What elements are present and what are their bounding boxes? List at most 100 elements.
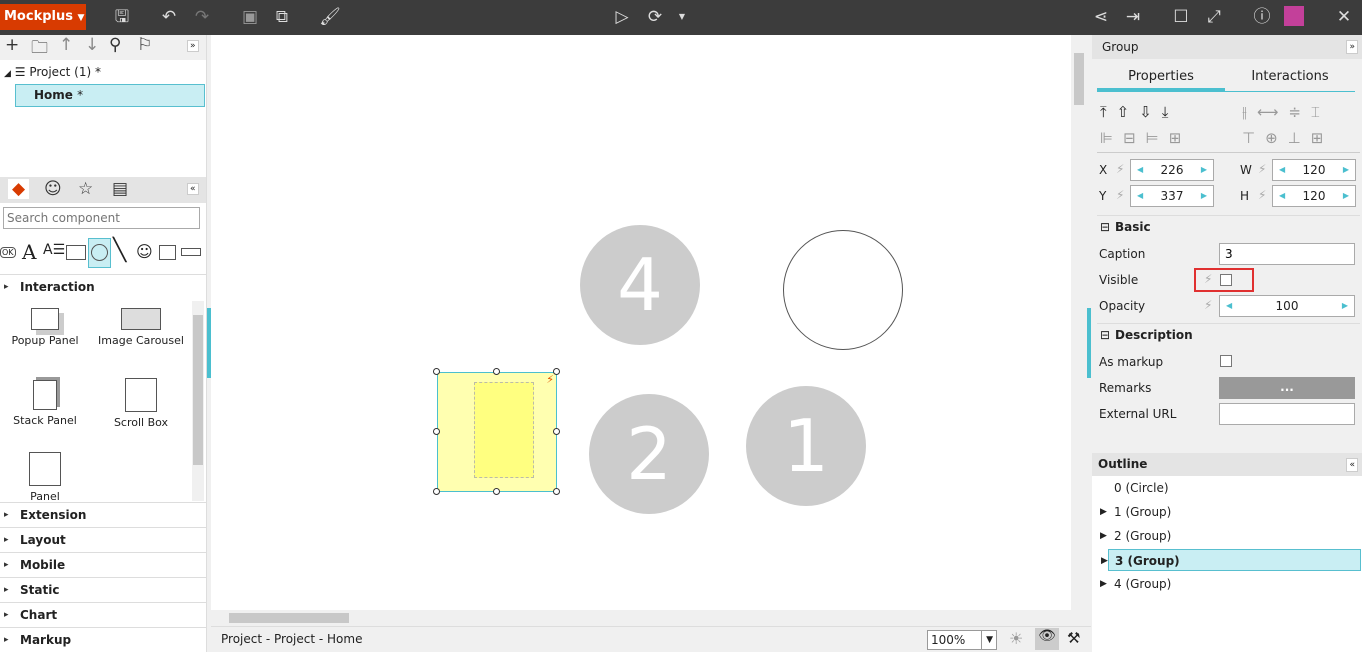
w-field[interactable]: ◀ 120 ▶ (1272, 159, 1356, 181)
arrange-icons[interactable]: ⤒⇧⇩⤓ (1100, 103, 1178, 121)
collapse-icon[interactable]: « (187, 183, 199, 195)
resize-handle[interactable] (433, 488, 440, 495)
share-icon[interactable]: ⋖ (1089, 6, 1113, 28)
button-shape-icon[interactable]: OK (0, 247, 16, 258)
zoom-select[interactable]: 100% ▼ (927, 630, 997, 650)
outline-item[interactable]: ▶ 2 (Group) (1100, 525, 1361, 547)
remarks-button[interactable]: ... (1219, 377, 1355, 399)
tab-interactions[interactable]: Interactions (1225, 69, 1355, 92)
section-chart[interactable]: Chart (0, 602, 206, 627)
selected-group-3[interactable]: ⚡ (437, 372, 557, 492)
resize-handle[interactable] (433, 428, 440, 435)
vertical-scrollbar[interactable] (1072, 35, 1086, 610)
search-component-input[interactable] (3, 207, 200, 229)
valign-icons[interactable]: ⊤⊕⊥⊞ (1242, 129, 1333, 147)
section-basic[interactable]: ⊟ Basic (1097, 215, 1360, 237)
brightness-icon[interactable]: ☀ (1009, 629, 1023, 648)
circle-group-1[interactable]: 1 (746, 386, 866, 506)
external-url-input[interactable] (1219, 403, 1355, 425)
component-scroll-box[interactable]: Scroll Box (96, 378, 186, 429)
template-tab-icon[interactable]: ▤ (112, 179, 128, 199)
image-shape-icon[interactable] (159, 245, 176, 260)
resize-handle[interactable] (553, 488, 560, 495)
collapse-icon[interactable]: « (1346, 458, 1358, 472)
circle-shape-icon[interactable] (88, 238, 111, 268)
outline-item[interactable]: 0 (Circle) (1108, 477, 1361, 499)
horizontal-scrollbar[interactable] (211, 611, 1071, 625)
text-shape-icon[interactable]: A (22, 240, 36, 264)
save-icon[interactable]: 🖫 (110, 6, 134, 28)
tree-project[interactable]: ◢ ☰ Project (1) * (4, 65, 101, 79)
group-icon[interactable]: ▣ (238, 6, 262, 28)
align-icons[interactable]: ⊫⊟⊨⊞ (1100, 129, 1191, 147)
outline-item[interactable]: ▶ 1 (Group) (1100, 501, 1361, 523)
move-down-icon[interactable]: ↓ (85, 35, 99, 55)
help-icon[interactable]: ⓘ (1250, 6, 1274, 28)
close-icon[interactable]: ✕ (1332, 6, 1356, 28)
section-mobile[interactable]: Mobile (0, 552, 206, 577)
smiley-shape-icon[interactable]: ☺ (136, 242, 153, 261)
resize-handle[interactable] (433, 368, 440, 375)
add-icon[interactable]: + (5, 35, 19, 55)
dropdown-icon[interactable]: ▼ (670, 6, 694, 28)
y-field[interactable]: ◀ 337 ▶ (1130, 185, 1214, 207)
move-up-icon[interactable]: ↑ (59, 35, 73, 55)
circle-group-2[interactable]: 2 (589, 394, 709, 514)
components-scrollbar[interactable] (192, 301, 204, 501)
design-canvas[interactable]: 4 2 1 ⚡ (211, 35, 1071, 610)
line-shape-icon[interactable]: ╲ (113, 238, 126, 263)
avatar[interactable] (1284, 6, 1304, 26)
component-panel[interactable]: Panel (0, 452, 90, 503)
export-icon[interactable]: ⇥ (1121, 6, 1145, 28)
resize-handle[interactable] (553, 368, 560, 375)
outline-item[interactable]: ▶ 4 (Group) (1100, 573, 1361, 595)
tools-icon[interactable]: ⚒ (1067, 629, 1080, 647)
refresh-icon[interactable]: ⟳ (643, 6, 667, 28)
collapse-icon[interactable]: » (187, 40, 199, 52)
opacity-field[interactable]: ◀ 100 ▶ (1219, 295, 1355, 317)
h-field[interactable]: ◀ 120 ▶ (1272, 185, 1356, 207)
section-description[interactable]: ⊟ Description (1097, 323, 1360, 345)
resize-handle[interactable] (493, 488, 500, 495)
folder-icon[interactable]: 🗀 (31, 35, 48, 64)
play-icon[interactable]: ▷ (610, 6, 634, 28)
flag-icon[interactable]: ⚐ (137, 35, 152, 55)
window-icon[interactable]: ☐ (1169, 6, 1193, 28)
component-stack-panel[interactable]: Stack Panel (0, 380, 90, 427)
emoji-tab-icon[interactable]: ☺ (44, 179, 62, 199)
component-image-carousel[interactable]: Image Carousel (96, 308, 186, 347)
redo-icon[interactable]: ↷ (190, 6, 214, 28)
ungroup-icon[interactable]: ⧉ (270, 6, 294, 28)
components-tab-icon[interactable]: ◆ (8, 179, 30, 199)
section-layout[interactable]: Layout (0, 527, 206, 552)
collapse-icon[interactable]: » (1346, 40, 1358, 54)
distribute-icons[interactable]: ⫲⟷≑⌶ (1242, 103, 1330, 121)
search-icon[interactable]: ⚲ (109, 35, 121, 55)
resize-handle[interactable] (493, 368, 500, 375)
x-field[interactable]: ◀ 226 ▶ (1130, 159, 1214, 181)
tree-page-home[interactable]: Home * (15, 84, 205, 107)
undo-icon[interactable]: ↶ (157, 6, 181, 28)
component-popup-panel[interactable]: Popup Panel (0, 308, 90, 347)
star-tab-icon[interactable]: ☆ (78, 179, 93, 199)
outline-item-selected[interactable]: ▶ 3 (Group) (1101, 549, 1361, 571)
format-brush-icon[interactable]: 🖌 (318, 6, 342, 28)
fullscreen-icon[interactable]: ⤢ (1202, 6, 1226, 28)
app-menu-button[interactable]: Mockplus ▼ (0, 4, 86, 30)
section-interaction[interactable]: Interaction (0, 274, 206, 299)
resize-handle[interactable] (553, 428, 560, 435)
paragraph-shape-icon[interactable]: A☰ (43, 242, 65, 258)
circle-0[interactable] (783, 230, 903, 350)
input-shape-icon[interactable] (181, 248, 201, 256)
caption-input[interactable] (1219, 243, 1355, 265)
as-markup-checkbox[interactable] (1220, 355, 1232, 367)
tab-properties[interactable]: Properties (1097, 69, 1225, 92)
rectangle-shape-icon[interactable] (66, 245, 86, 260)
preview-eye-icon[interactable]: 👁 (1035, 628, 1059, 650)
circle-group-4[interactable]: 4 (580, 225, 700, 345)
section-static[interactable]: Static (0, 577, 206, 602)
visible-checkbox[interactable] (1220, 274, 1232, 286)
section-markup[interactable]: Markup (0, 627, 206, 652)
section-extension[interactable]: Extension (0, 502, 206, 527)
panel-splitter[interactable] (1087, 308, 1091, 378)
